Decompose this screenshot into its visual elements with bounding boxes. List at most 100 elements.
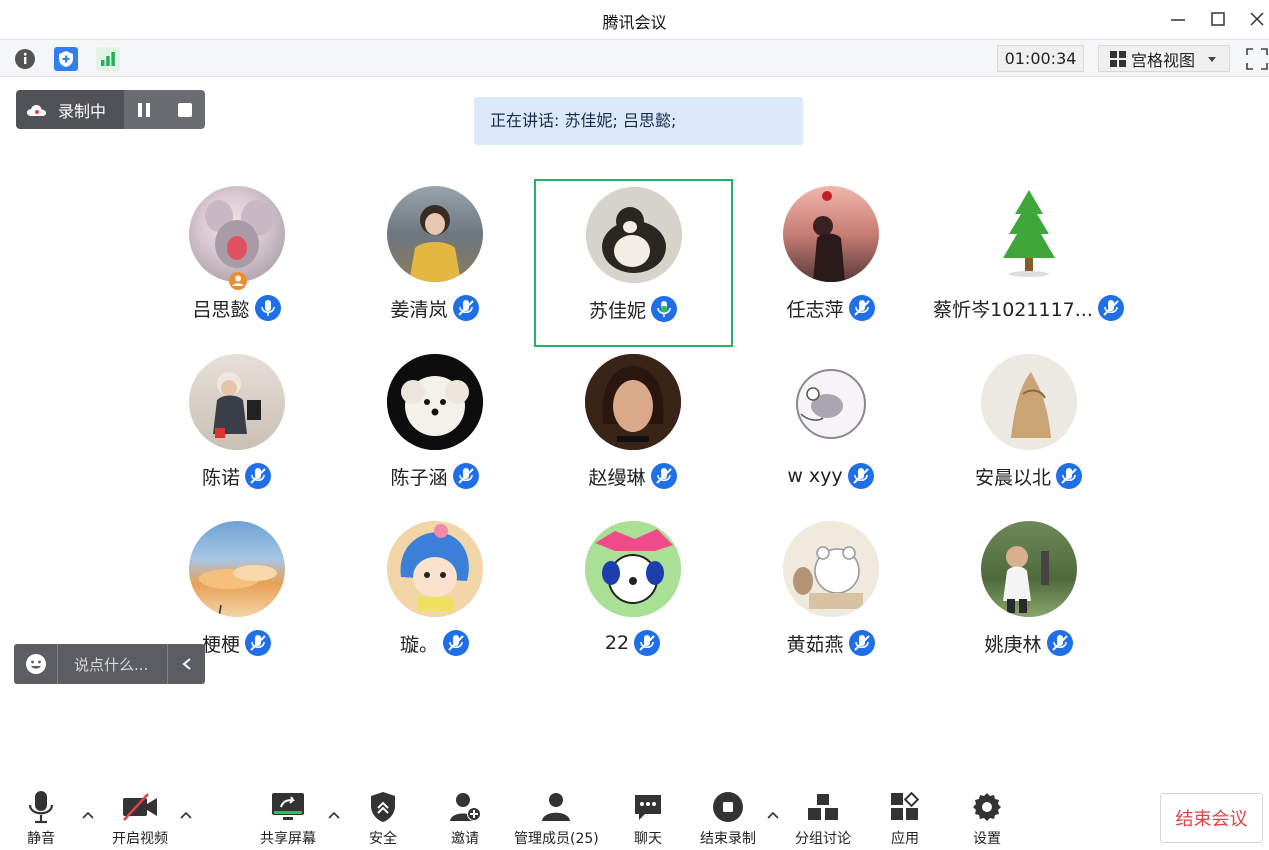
signal-icon [101,52,115,66]
participant-name-row: 璇。 [336,629,534,657]
participant-tile[interactable]: 吕思懿 [138,180,336,347]
record-options-caret-icon[interactable] [766,810,780,820]
pause-recording-icon[interactable] [135,101,153,119]
participant-name: 姜清岚 [390,298,448,321]
fullscreen-button[interactable] [1245,47,1269,71]
mic-active-icon [254,295,281,321]
participant-tile[interactable]: 姜清岚 [336,180,534,347]
shield-icon [371,792,395,822]
apps-button[interactable]: 应用 [890,788,920,848]
quick-chat-box: 说点什么... [14,644,205,684]
participant-tile[interactable]: 姚庚林 [930,515,1128,682]
collapse-chat-button[interactable] [167,644,205,684]
recording-label: 录制中 [58,101,107,121]
participant-tile[interactable]: 陈诺 [138,348,336,515]
share-screen-button[interactable]: 共享屏幕 [260,788,316,848]
participant-tile[interactable]: 黄茹燕 [732,515,930,682]
avatar-cartoon-mouse [205,200,273,268]
avatar-photo-cat [585,187,682,283]
avatar-photo-person [585,354,681,450]
avatar [189,354,285,450]
participant-tile[interactable]: 陈子涵 [336,348,534,515]
avatar [981,354,1077,450]
recording-status: 录制中 [16,90,124,129]
participant-name: 安晨以北 [974,466,1051,489]
participant-name: 蔡忻岑1021117... [933,298,1093,321]
breakout-rooms-button[interactable]: 分组讨论 [795,788,851,848]
mic-options-caret-icon[interactable] [81,810,95,820]
invite-button[interactable]: 邀请 [449,788,481,848]
start-video-button[interactable]: 开启视频 [112,788,168,848]
mic-muted-icon [848,630,875,656]
avatar-photo-sculpture [981,354,1077,450]
invite-label: 邀请 [451,831,479,847]
end-recording-button[interactable]: 结束录制 [700,788,756,848]
maximize-icon [1211,12,1225,26]
participant-tile-active[interactable]: 苏佳妮 [534,179,733,347]
participant-tile[interactable]: 蔡忻岑1021117... [930,180,1128,347]
avatar [189,521,285,617]
participant-name-row: 任志萍 [732,294,930,322]
participant-tile[interactable]: 22 [534,515,732,682]
participant-tile[interactable]: 赵缦琳 [534,348,732,515]
emoji-button[interactable] [14,644,58,684]
settings-label: 设置 [973,831,1001,847]
manage-members-button[interactable]: 管理成员(25) [514,788,599,848]
participant-name-row: 安晨以北 [930,462,1128,490]
meeting-info-button[interactable] [13,47,37,71]
avatar [783,186,879,282]
minimize-button[interactable] [1167,8,1189,30]
mic-speaking-icon [651,296,677,322]
avatar-photo-person [813,191,845,282]
video-label: 开启视频 [112,831,168,847]
view-selector[interactable]: 宫格视图 [1098,45,1230,72]
security-shield-button[interactable] [54,47,78,71]
shield-icon [59,51,73,67]
chat-button[interactable]: 聊天 [633,788,663,848]
avatar [981,521,1077,617]
mic-muted-icon [1097,295,1124,321]
network-signal-button[interactable] [96,47,120,71]
participant-name-row: 吕思懿 [138,294,336,322]
participant-tile[interactable]: w xyy [732,348,930,515]
participant-name: 赵缦琳 [588,466,646,489]
window-title: 腾讯会议 [602,13,667,32]
share-options-caret-icon[interactable] [327,810,341,820]
settings-button[interactable]: 设置 [971,788,1003,848]
avatar-photo-sky [199,565,277,617]
mute-button[interactable]: 静音 [26,788,56,848]
mic-muted-icon [650,463,677,489]
title-bar: 腾讯会议 [0,0,1269,38]
participant-name: 22 [604,632,630,654]
participant-name-row: 蔡忻岑1021117... [930,294,1128,322]
avatar [387,521,483,617]
dropdown-arrow-icon [1208,56,1217,62]
grid-view-icon [1110,50,1126,67]
participant-name-row: 姚庚林 [930,629,1128,657]
maximize-button[interactable] [1207,8,1229,30]
participant-name-row: w xyy [732,462,930,490]
stop-recording-icon[interactable] [176,101,194,119]
emoji-icon [25,654,46,674]
avatar [783,354,879,450]
participant-tile[interactable]: 璇。 [336,515,534,682]
minimize-icon [1171,19,1185,21]
fullscreen-icon [1246,48,1268,70]
avatar-tree [1003,190,1055,277]
close-button[interactable] [1246,8,1268,30]
info-icon [15,49,35,69]
participant-name: 任志萍 [786,298,844,321]
mic-muted-icon [634,630,661,656]
chevron-left-icon [181,658,191,670]
end-meeting-button[interactable]: 结束会议 [1160,793,1263,843]
mute-label: 静音 [27,831,55,847]
video-options-caret-icon[interactable] [179,810,193,820]
avatar-photo-dog [387,354,483,450]
security-label: 安全 [369,831,397,847]
participant-tile[interactable]: 任志萍 [732,180,930,347]
avatar-photo-child [213,372,261,438]
participant-tile[interactable]: 安晨以北 [930,348,1128,515]
chat-input[interactable]: 说点什么... [74,654,167,675]
security-button[interactable]: 安全 [369,788,397,848]
chat-icon [635,795,661,820]
